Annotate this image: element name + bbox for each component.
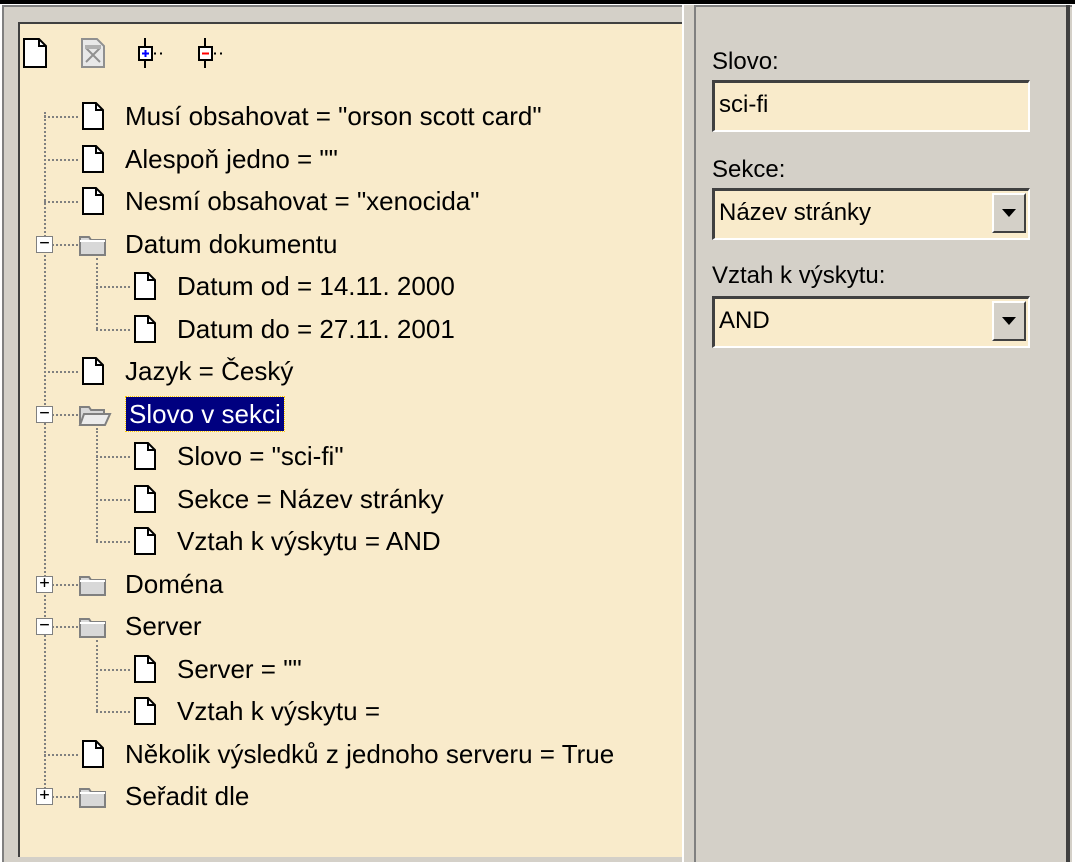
tree-connector-line <box>44 158 78 161</box>
sekce-label: Sekce: <box>712 156 786 183</box>
tree-item[interactable]: Vztah k výskytu = <box>130 691 383 731</box>
sekce-select[interactable]: Název stránky <box>712 188 1030 240</box>
tree-item[interactable]: Slovo = "sci-fi" <box>130 436 347 476</box>
tree-item[interactable]: Datum od = 14.11. 2000 <box>130 266 458 306</box>
tree-item-label: Vztah k výskytu = <box>177 696 381 726</box>
tree-connector-line <box>96 668 130 671</box>
sekce-dropdown-button[interactable] <box>992 193 1026 233</box>
tree-item-label: Nesmí obsahovat = "xenocida" <box>125 186 480 216</box>
tree-branch-line <box>96 427 98 541</box>
pane-splitter[interactable] <box>682 5 696 862</box>
document-icon <box>130 654 160 684</box>
tree-item-label: Slovo v sekci <box>125 395 285 432</box>
tree-folder-item[interactable]: Server <box>78 606 205 646</box>
tree-connector-line <box>96 286 130 288</box>
slovo-label: Slovo: <box>712 48 779 75</box>
document-icon <box>78 101 108 131</box>
document-icon <box>130 526 160 556</box>
tree-item-label: Slovo = "sci-fi" <box>177 441 344 471</box>
tree-connector-line <box>96 498 130 501</box>
tree-item[interactable]: Musí obsahovat = "orson scott card" <box>78 96 545 136</box>
folder-icon <box>78 611 108 641</box>
folder-icon <box>78 781 108 811</box>
window-right-border <box>1066 5 1070 862</box>
document-icon <box>130 484 160 514</box>
tree-item-label: Seřadit dle <box>125 781 250 811</box>
tree-item[interactable]: Nesmí obsahovat = "xenocida" <box>78 181 483 221</box>
document-icon <box>78 356 108 386</box>
collapse-toggle[interactable]: − <box>36 617 53 635</box>
tree-item-label: Alespoň jedno = "" <box>125 143 338 174</box>
tree-item-label: Několik výsledků z jednoho serveru = Tru… <box>125 738 615 769</box>
tree-item-label: Server <box>125 611 202 641</box>
document-icon <box>78 739 108 769</box>
tree-item-label: Datum od = 14.11. 2000 <box>177 271 455 301</box>
expand-toggle[interactable]: + <box>36 574 53 593</box>
tree-connector-line <box>96 456 130 458</box>
tree-item-label: Sekce = Název stránky <box>177 483 444 514</box>
tree-connector-line <box>44 201 78 203</box>
tree-item[interactable]: Sekce = Název stránky <box>130 479 447 519</box>
tree-folder-item[interactable]: Slovo v sekci <box>78 394 285 434</box>
open-folder-icon <box>78 399 112 429</box>
condition-tree: Musí obsahovat = "orson scott card" Alesp… <box>18 0 682 860</box>
document-icon <box>130 696 160 726</box>
tree-branch-line <box>96 640 98 711</box>
chevron-down-icon <box>1002 209 1016 217</box>
tree-connector-line <box>44 116 78 118</box>
tree-connector-line <box>96 328 130 331</box>
tree-folder-item[interactable]: Doména <box>78 564 226 604</box>
document-icon <box>130 271 160 301</box>
collapse-toggle[interactable]: − <box>36 404 53 423</box>
tree-item[interactable]: Vztah k výskytu = AND <box>130 521 444 561</box>
tree-folder-item[interactable]: Seřadit dle <box>78 776 252 816</box>
tree-connector-line <box>44 753 78 756</box>
vztah-select[interactable]: AND <box>712 296 1030 348</box>
tree-item-label: Vztah k výskytu = AND <box>177 526 441 556</box>
tree-item[interactable]: Jazyk = Český <box>78 351 296 391</box>
tree-item[interactable]: Datum do = 27.11. 2001 <box>130 309 458 349</box>
folder-icon <box>78 229 108 259</box>
tree-connector-line <box>96 711 130 713</box>
vztah-dropdown-button[interactable] <box>992 301 1026 341</box>
vztah-label: Vztah k výskytu: <box>712 262 886 289</box>
slovo-input[interactable]: sci-fi <box>712 80 1030 132</box>
tree-connector-line <box>96 541 130 543</box>
chevron-down-icon <box>1002 317 1016 325</box>
tree-item[interactable]: Server = "" <box>130 649 305 689</box>
folder-icon <box>78 569 108 599</box>
collapse-toggle[interactable]: − <box>36 234 53 253</box>
tree-trunk-line <box>44 112 46 796</box>
tree-folder-item[interactable]: Datum dokumentu <box>78 224 340 264</box>
tree-connector-line <box>44 371 78 373</box>
tree-item[interactable]: Alespoň jedno = "" <box>78 139 341 179</box>
sekce-select-value: Název stránky <box>719 199 872 226</box>
document-icon <box>130 441 160 471</box>
tree-item-label: Musí obsahovat = "orson scott card" <box>125 101 542 131</box>
tree-branch-line <box>96 257 98 329</box>
tree-item-label: Jazyk = Český <box>125 356 294 386</box>
vztah-select-value: AND <box>719 307 770 334</box>
tree-item-label: Server = "" <box>177 653 302 684</box>
document-icon <box>78 186 108 216</box>
document-icon <box>130 314 160 344</box>
document-icon <box>78 144 108 174</box>
expand-toggle[interactable]: + <box>36 787 53 805</box>
tree-item-label: Datum dokumentu <box>125 228 338 259</box>
tree-item[interactable]: Několik výsledků z jednoho serveru = Tru… <box>78 734 617 774</box>
tree-item-label: Datum do = 27.11. 2001 <box>177 313 455 344</box>
tree-item-label: Doména <box>125 568 224 599</box>
